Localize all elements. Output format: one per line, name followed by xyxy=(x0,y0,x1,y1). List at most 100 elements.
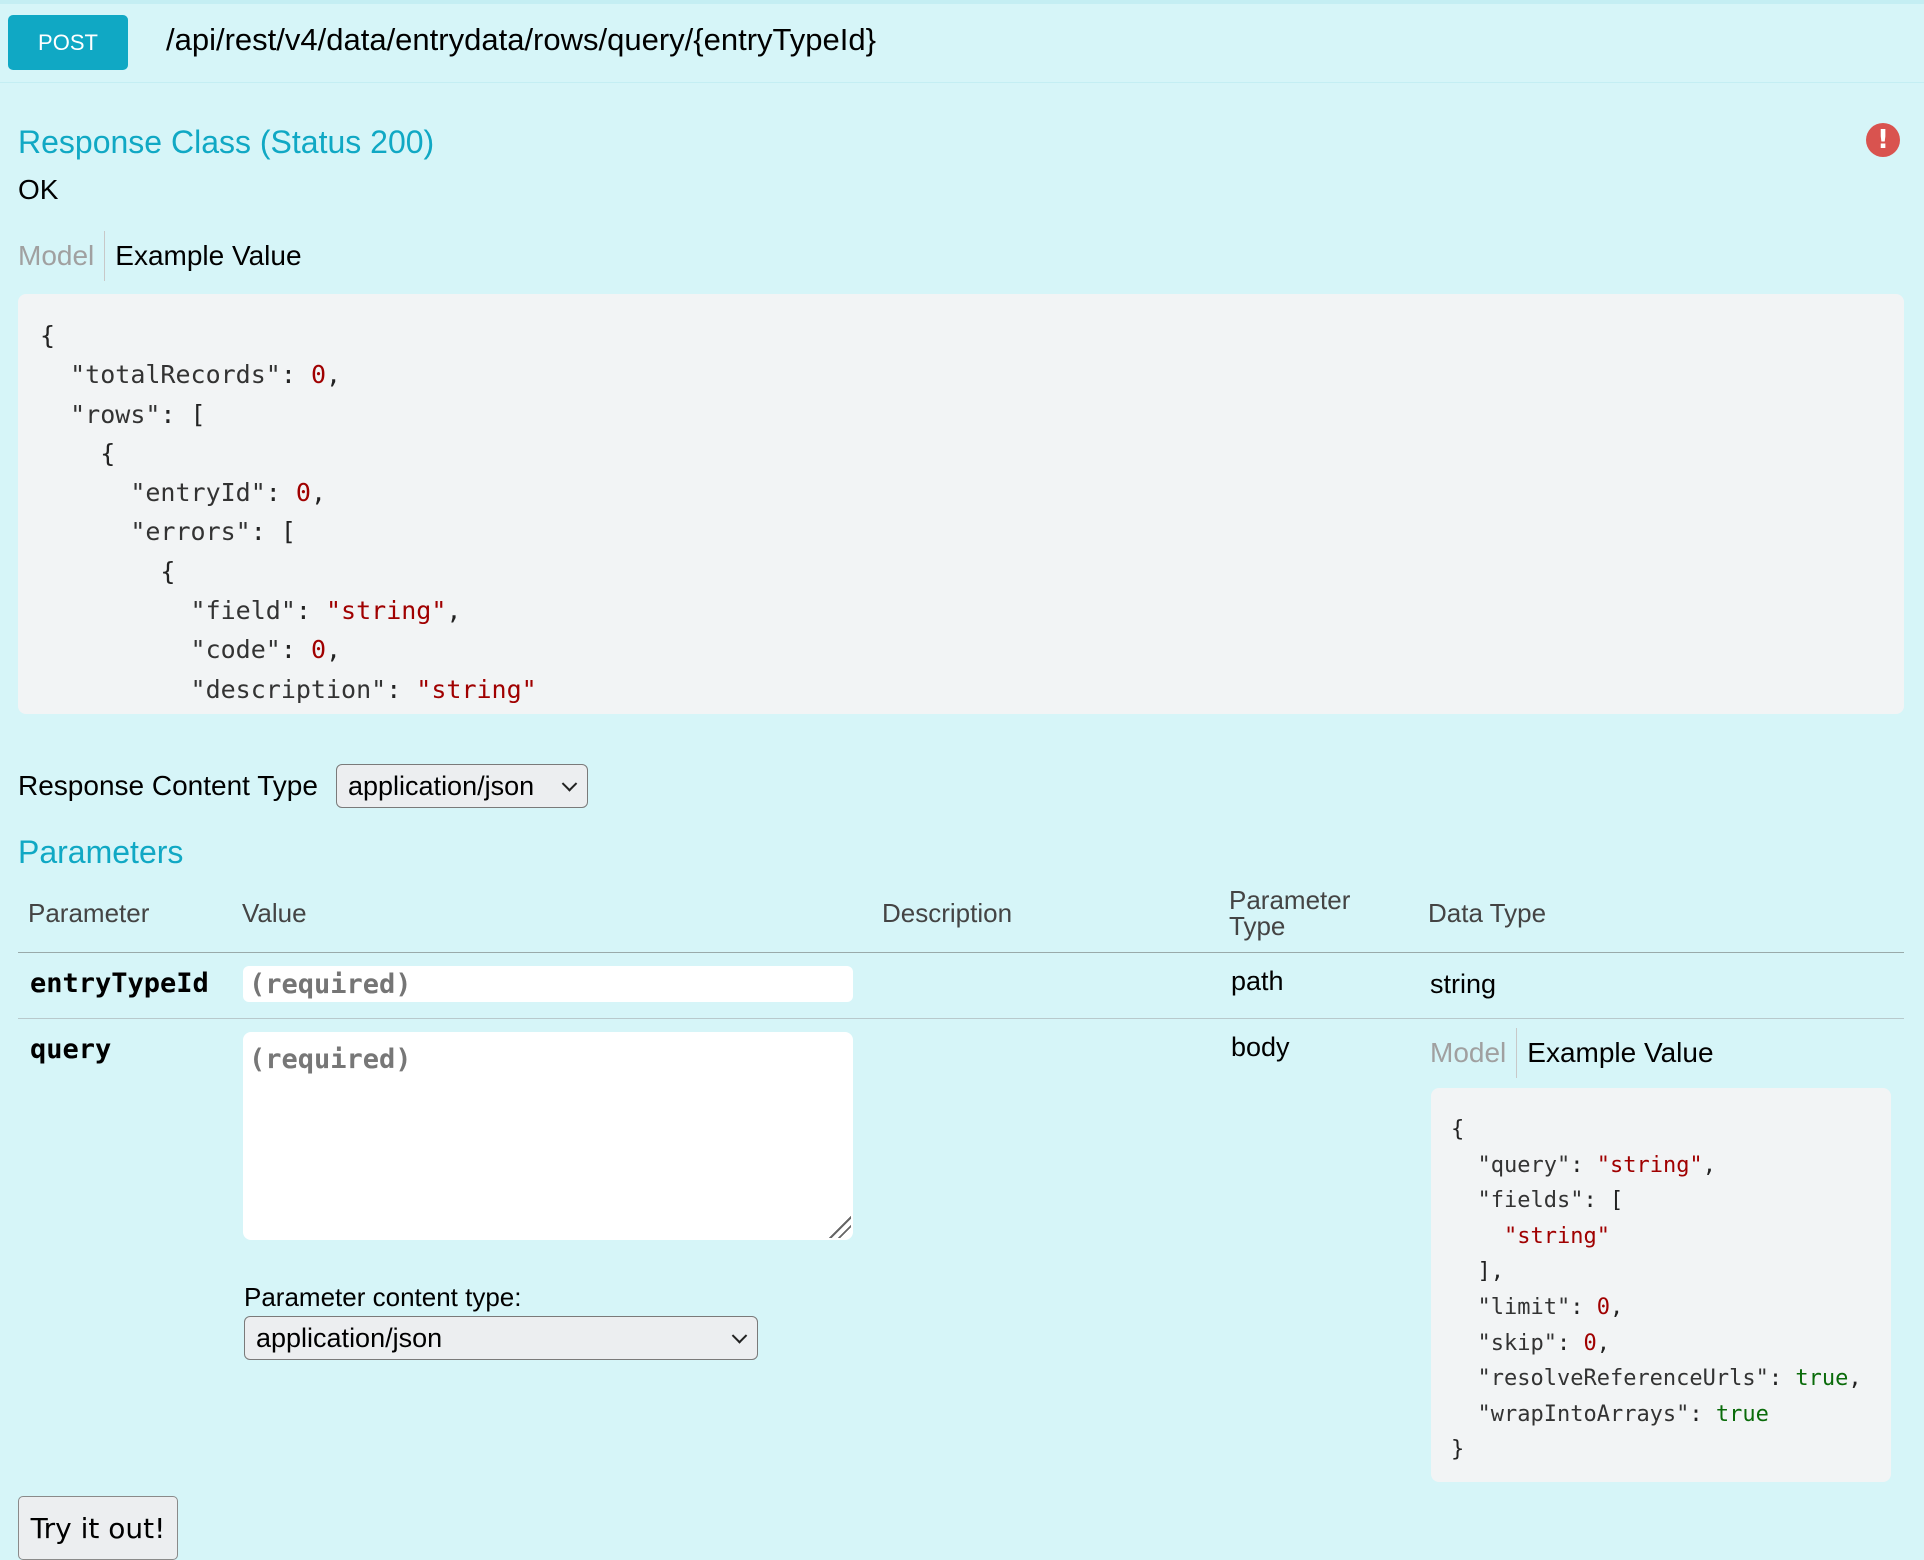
exclamation-circle-icon[interactable]: ! xyxy=(1866,123,1900,157)
endpoint-path[interactable]: /api/rest/v4/data/entrydata/rows/query/{… xyxy=(166,22,876,58)
code-token: "fields" xyxy=(1477,1188,1584,1214)
code-token: , xyxy=(326,635,342,665)
code-line: { xyxy=(1451,1112,1871,1148)
code-token: "string" xyxy=(416,674,537,704)
code-token: : xyxy=(295,596,326,626)
code-line: "code": 0, xyxy=(40,630,1882,669)
tab-example-value[interactable]: Example Value xyxy=(115,240,301,272)
query-textarea[interactable]: (required) xyxy=(243,1032,853,1240)
code-line: "errors": [ xyxy=(40,512,1882,551)
code-line: "string" xyxy=(1451,1219,1871,1255)
code-token: : [ xyxy=(160,399,206,429)
column-header-parameter: Parameter xyxy=(28,898,150,928)
code-token: : xyxy=(280,360,311,390)
code-line: } xyxy=(1451,1432,1871,1468)
code-token: : xyxy=(1768,1366,1796,1392)
code-line: "wrapIntoArrays": true xyxy=(1451,1397,1871,1433)
code-line: "fields": [ xyxy=(1451,1183,1871,1219)
code-line: "resolveReferenceUrls": true, xyxy=(1451,1361,1871,1397)
code-line: "field": "string", xyxy=(40,591,1882,630)
param-type-path: path xyxy=(1231,966,1284,996)
query-example-code[interactable]: { "query": "string", "fields": [ "string… xyxy=(1431,1088,1891,1482)
code-token: "entryId" xyxy=(130,478,266,508)
response-example-code[interactable]: { "totalRecords": 0, "rows": [ { "entryI… xyxy=(18,294,1904,714)
tab-model[interactable]: Model xyxy=(1430,1037,1516,1069)
code-line: "totalRecords": 0, xyxy=(40,355,1882,394)
code-token: : xyxy=(1689,1401,1716,1427)
response-content-type-label: Response Content Type xyxy=(18,770,318,801)
code-token: : xyxy=(1570,1294,1597,1320)
code-token: { xyxy=(40,556,176,586)
code-token: "code" xyxy=(190,635,281,665)
code-token: , xyxy=(446,596,462,626)
code-token: "rows" xyxy=(70,399,161,429)
code-token: "description" xyxy=(190,674,387,704)
query-model-tabs: Model Example Value xyxy=(1430,1028,1714,1078)
response-content-type-select[interactable]: application/json xyxy=(336,764,588,808)
code-token: "totalRecords" xyxy=(70,360,281,390)
resize-handle-icon[interactable] xyxy=(829,1216,851,1238)
query-placeholder: (required) xyxy=(249,1044,412,1075)
entry-type-id-input[interactable] xyxy=(243,966,853,1002)
code-token: , xyxy=(1702,1152,1716,1178)
code-token: "errors" xyxy=(130,517,251,547)
code-token: "string" xyxy=(1503,1223,1610,1249)
code-token: , xyxy=(326,360,342,390)
code-token: "wrapIntoArrays" xyxy=(1477,1401,1690,1427)
code-token: , xyxy=(1848,1366,1862,1392)
code-token: : xyxy=(280,635,311,665)
param-name-query: query xyxy=(30,1034,112,1065)
code-line: "rows": [ xyxy=(40,395,1882,434)
tab-divider xyxy=(104,231,106,281)
tab-model[interactable]: Model xyxy=(18,240,104,272)
code-token: , xyxy=(310,478,327,508)
parameter-content-type-select[interactable]: application/json xyxy=(244,1316,758,1360)
code-token: { xyxy=(1451,1117,1465,1142)
code-token: "field" xyxy=(190,596,296,626)
table-header-divider xyxy=(18,952,1904,953)
code-line: "description": "string" xyxy=(40,670,1882,709)
code-line: "entryId": 0, xyxy=(40,473,1882,512)
response-tabs: Model Example Value xyxy=(18,231,302,281)
code-line: { xyxy=(40,434,1882,473)
param-type-body: body xyxy=(1231,1032,1290,1062)
chevron-down-icon xyxy=(561,776,578,792)
response-class-title: Response Class (Status 200) xyxy=(18,124,435,160)
code-token: "string" xyxy=(325,596,447,626)
operation-header[interactable]: POST /api/rest/v4/data/entrydata/rows/qu… xyxy=(0,0,1924,82)
code-token: "limit" xyxy=(1477,1294,1571,1320)
try-it-out-button[interactable]: Try it out! xyxy=(18,1496,178,1560)
http-method-badge[interactable]: POST xyxy=(8,15,128,70)
code-token: { xyxy=(40,321,56,350)
code-token: ], xyxy=(1451,1259,1504,1285)
code-token: 0 xyxy=(1583,1330,1597,1356)
response-content-type-value: application/json xyxy=(348,770,535,801)
code-token: "resolveReferenceUrls" xyxy=(1477,1366,1769,1392)
code-token: : [ xyxy=(1583,1188,1624,1214)
code-token: { xyxy=(40,438,116,468)
code-token: : xyxy=(265,478,296,508)
column-header-data-type: Data Type xyxy=(1428,898,1547,928)
column-header-parameter-type: Parameter Type xyxy=(1229,885,1351,941)
tab-example-value[interactable]: Example Value xyxy=(1527,1037,1713,1069)
code-token: : [ xyxy=(250,517,296,547)
code-token: "query" xyxy=(1477,1152,1571,1178)
code-token: } xyxy=(1451,1437,1465,1463)
parameter-content-type-value: application/json xyxy=(256,1322,443,1353)
code-token: true xyxy=(1715,1401,1769,1427)
code-token: "skip" xyxy=(1477,1330,1557,1356)
code-token: : xyxy=(1556,1330,1584,1356)
code-token: 0 xyxy=(310,635,326,665)
code-token: 0 xyxy=(295,478,311,508)
